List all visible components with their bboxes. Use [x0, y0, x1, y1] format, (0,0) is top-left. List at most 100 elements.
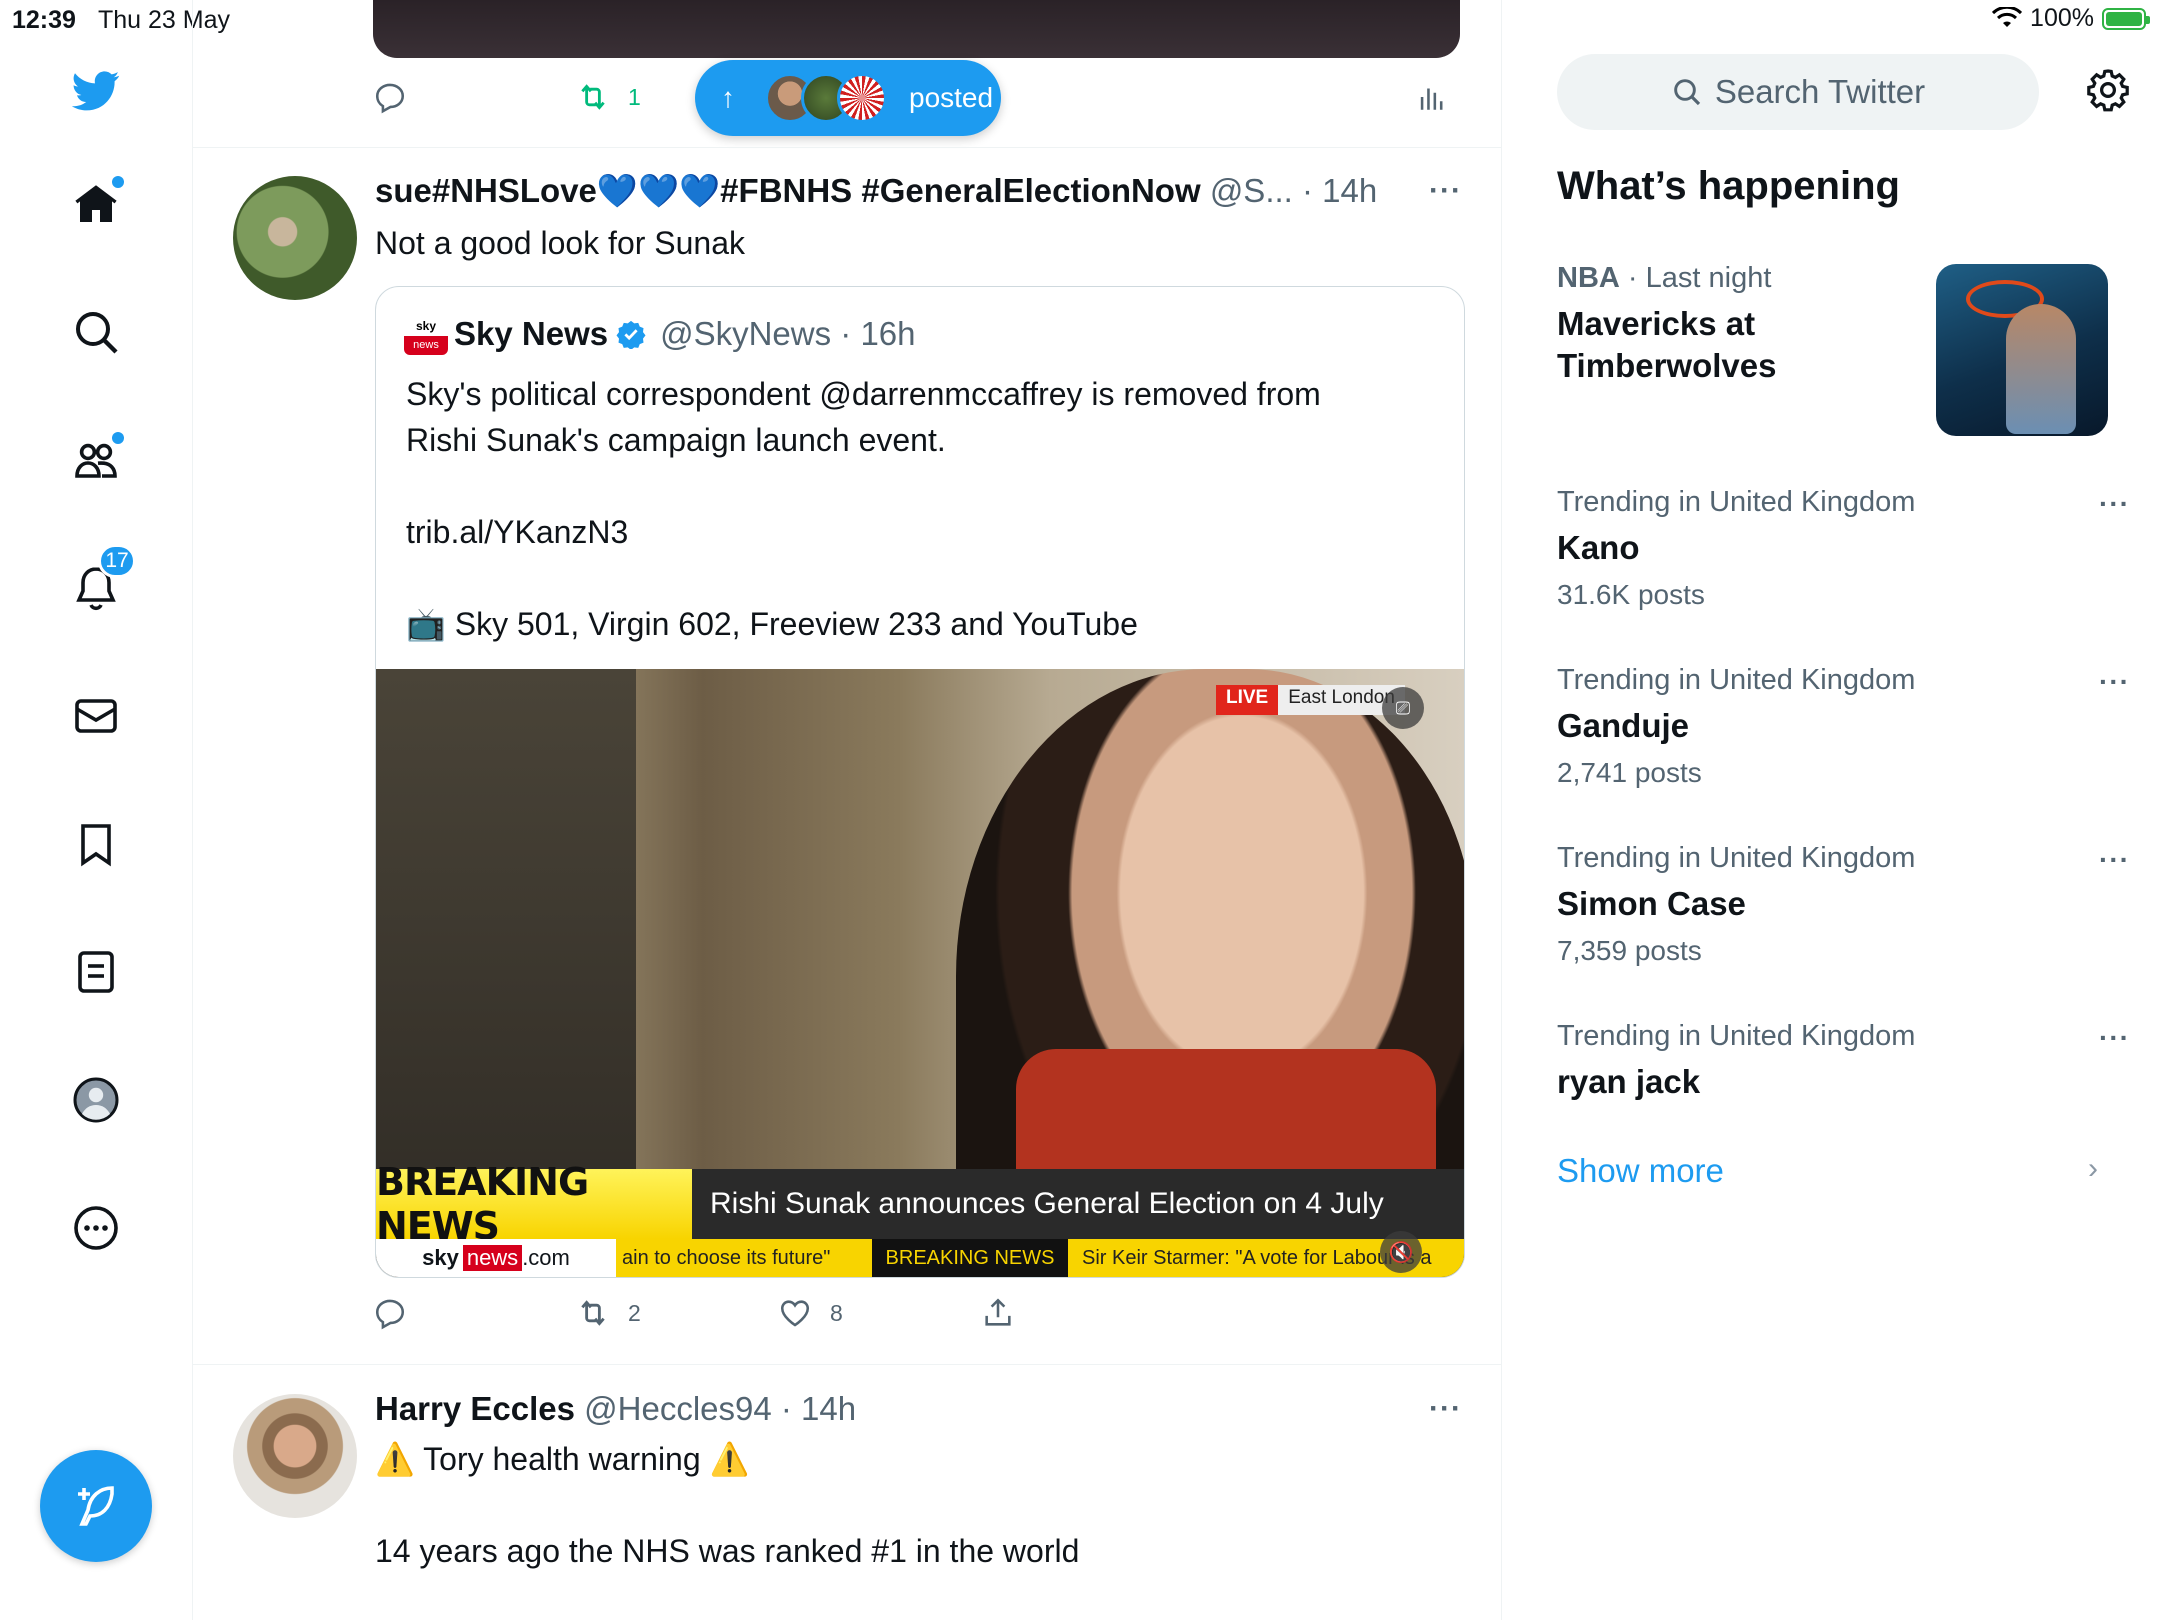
like-action[interactable]: 8	[778, 1296, 843, 1330]
quote-text: Sky's political correspondent @darrenmcc…	[406, 376, 1321, 642]
featured-title: Mavericks at Timberwolves	[1557, 305, 1777, 384]
share-icon	[985, 1298, 1011, 1326]
like-count: 8	[830, 1299, 843, 1326]
live-label: LIVE	[1216, 685, 1279, 715]
ticker-breaking: BREAKING NEWS	[872, 1239, 1068, 1277]
trend-more-button[interactable]: ···	[2099, 1022, 2130, 1054]
trend-item[interactable]: Trending in United Kingdom Simon Case 7,…	[1557, 842, 2117, 967]
tweet-divider	[193, 1364, 1501, 1365]
timeline: 1 ↑ posted sue#NHSLove💙💙💙#FBNHS #General…	[193, 0, 1502, 1620]
quote-video[interactable]: LIVE East London ⎚ BREAKING NEWS Rishi S…	[376, 669, 1464, 1277]
captions-off-icon[interactable]: ⎚	[1382, 687, 1424, 729]
nav-notifications[interactable]: 17	[68, 544, 136, 616]
tweet-display-name[interactable]: sue#NHSLove💙💙💙#FBNHS #GeneralElectionNow	[375, 172, 1201, 209]
retweet-action[interactable]: 2	[576, 1296, 641, 1330]
mute-icon[interactable]: 🔇	[1380, 1231, 1422, 1273]
left-navigation: 17	[0, 0, 193, 1620]
previous-tweet-media-edge	[373, 0, 1460, 58]
tweet-avatar[interactable]	[233, 176, 357, 300]
tweet-handle-time[interactable]: @S... · 14h	[1210, 172, 1377, 209]
featured-trend-image[interactable]	[1936, 264, 2108, 436]
search-icon	[76, 312, 118, 354]
trend-more-button[interactable]: ···	[2099, 488, 2130, 520]
retweet-icon	[581, 84, 605, 110]
trend-context: Trending in United Kingdom	[1557, 486, 1916, 518]
quote-handle-time: @SkyNews · 16h	[660, 315, 916, 352]
notifications-badge: 17	[98, 544, 136, 578]
reply-icon	[375, 1299, 405, 1330]
brand-sky: sky	[422, 1245, 459, 1270]
brand-news: news	[462, 1245, 523, 1271]
tweet-more-button[interactable]: ···	[1429, 1392, 1462, 1426]
right-panel: Search Twitter What’s happening NBA · La…	[1502, 0, 2160, 1620]
reply-action[interactable]	[373, 80, 407, 114]
compose-feather-icon	[78, 1486, 114, 1526]
trend-context: Trending in United Kingdom	[1557, 664, 1916, 696]
nav-bookmarks[interactable]	[68, 816, 124, 872]
home-icon	[75, 185, 117, 222]
featured-category: NBA	[1557, 262, 1620, 294]
featured-time: · Last night	[1627, 262, 1772, 294]
more-circle-icon	[74, 1206, 118, 1250]
quoted-tweet[interactable]: sky news Sky News @SkyNews · 16h Sky's p…	[375, 286, 1465, 1278]
share-action[interactable]	[981, 1296, 1015, 1330]
trend-item[interactable]: Trending in United Kingdom Kano 31.6K po…	[1557, 486, 2117, 611]
trend-more-button[interactable]: ···	[2099, 844, 2130, 876]
tweet-avatar[interactable]	[233, 1394, 357, 1518]
profile-icon	[73, 1077, 119, 1123]
nav-more[interactable]	[68, 1200, 124, 1256]
trend-count: 31.6K posts	[1557, 579, 1705, 610]
trend-topic: Simon Case	[1557, 885, 1746, 922]
news-ticker: sky news .com ain to choose its future" …	[376, 1239, 1464, 1277]
breaking-headline: Rishi Sunak announces General Election o…	[692, 1169, 1464, 1239]
chevron-right-icon: ›	[2088, 1152, 2098, 1185]
tweet-display-name[interactable]: Harry Eccles	[375, 1390, 575, 1427]
breaking-news-label: BREAKING NEWS	[376, 1160, 692, 1248]
retweet-icon	[581, 1300, 605, 1326]
brand-com: .com	[522, 1245, 570, 1270]
trend-item[interactable]: Trending in United Kingdom Ganduje 2,741…	[1557, 664, 2117, 789]
heart-icon	[780, 1300, 810, 1327]
posted-label: posted	[909, 82, 994, 113]
nav-communities[interactable]	[68, 432, 124, 488]
skynews-com-brand: sky news .com	[376, 1239, 616, 1277]
tweet-header: sue#NHSLove💙💙💙#FBNHS #GeneralElectionNow…	[375, 172, 1377, 211]
trend-topic: Kano	[1557, 529, 1640, 566]
show-more-link[interactable]: Show more	[1557, 1152, 1724, 1190]
trend-context: Trending in United Kingdom	[1557, 842, 1916, 874]
tweet-more-button[interactable]: ···	[1429, 174, 1462, 208]
trend-more-button[interactable]: ···	[2099, 666, 2130, 698]
compose-button[interactable]	[40, 1450, 152, 1562]
quote-header: Sky News @SkyNews · 16h	[454, 315, 916, 353]
nav-lists[interactable]	[68, 944, 124, 1000]
communities-icon	[75, 443, 117, 478]
ticker-text-1: ain to choose its future"	[616, 1239, 872, 1277]
sky-logo-bottom: news	[404, 336, 448, 355]
nav-messages[interactable]	[68, 688, 124, 744]
tweet-handle-time[interactable]: @Heccles94 · 14h	[584, 1390, 856, 1427]
trend-topic: Ganduje	[1557, 707, 1690, 744]
breaking-news-bar: BREAKING NEWS Rishi Sunak announces Gene…	[376, 1160, 1464, 1248]
search-icon	[1674, 79, 1700, 106]
reply-icon	[375, 83, 405, 114]
trend-context: Trending in United Kingdom	[1557, 1020, 1916, 1052]
sky-news-logo: sky news	[404, 317, 448, 355]
tweet-header: Harry Eccles @Heccles94 · 14h	[375, 1390, 856, 1428]
quote-display-name: Sky News	[454, 315, 609, 352]
communities-unread-dot	[112, 432, 124, 444]
twitter-bird-icon[interactable]	[68, 62, 124, 118]
trend-count: 7,359 posts	[1557, 935, 1702, 966]
analytics-action[interactable]	[1415, 80, 1449, 114]
new-posts-pill[interactable]: ↑ posted	[695, 60, 1001, 136]
arrow-up-icon: ↑	[721, 82, 735, 113]
nav-home[interactable]	[68, 176, 124, 232]
nav-explore[interactable]	[68, 304, 124, 360]
trend-topic: ryan jack	[1557, 1063, 1701, 1100]
retweet-action-active[interactable]: 1	[576, 80, 641, 114]
nav-profile[interactable]	[68, 1072, 124, 1128]
search-input[interactable]: Search Twitter	[1557, 54, 2039, 130]
reply-action[interactable]	[373, 1296, 407, 1330]
trend-item[interactable]: Trending in United Kingdom ryan jack	[1557, 1020, 2117, 1103]
sky-logo-top: sky	[404, 317, 448, 336]
settings-button[interactable]	[2084, 66, 2132, 119]
